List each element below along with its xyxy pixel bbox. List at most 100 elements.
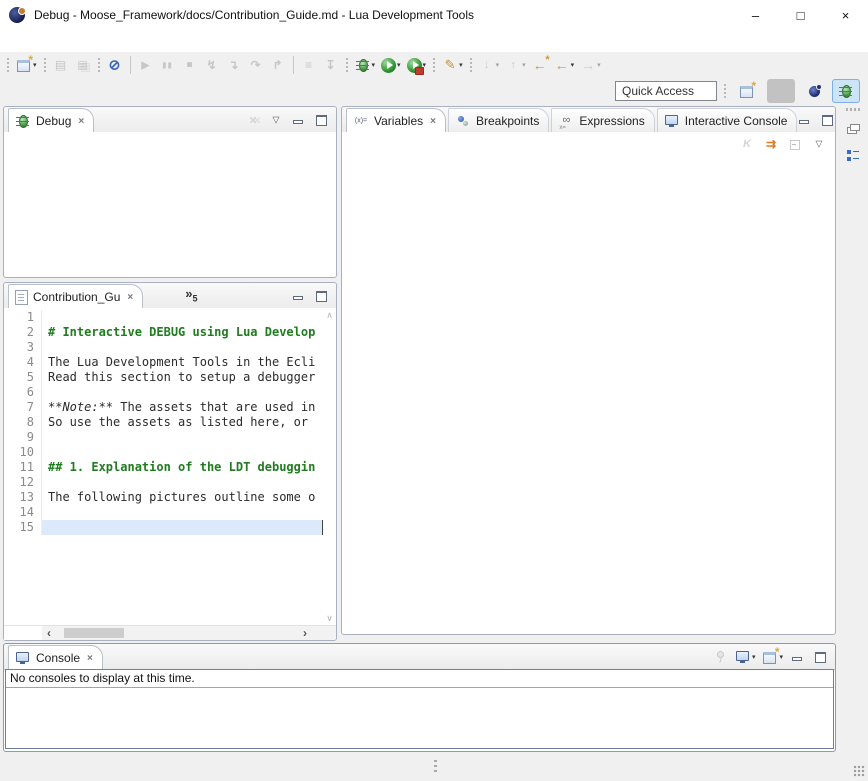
scrollbar-thumb[interactable]	[64, 628, 124, 638]
hidden-editors-chevron[interactable]: »5	[185, 286, 197, 304]
run-button[interactable]: ▾	[379, 54, 403, 76]
restore-minimized-views-button[interactable]	[843, 120, 863, 138]
dropdown-caret-icon[interactable]: ▾	[459, 61, 463, 69]
editor-line[interactable]: 4 The Lua Development Tools in the Ecli	[4, 355, 323, 370]
editor-line[interactable]: 2 # Interactive DEBUG using Lua Develop	[4, 325, 323, 340]
editor-line[interactable]: 14	[4, 505, 323, 520]
maximize-view-button[interactable]	[820, 112, 836, 128]
tab-close-icon[interactable]: ×	[127, 292, 133, 303]
scroll-up-icon[interactable]: ∧	[323, 310, 336, 321]
lua-perspective-button[interactable]	[801, 79, 829, 103]
tab-close-icon[interactable]: ×	[430, 116, 436, 127]
menu-project[interactable]	[72, 30, 88, 52]
previous-annotation-button[interactable]: ▾	[503, 54, 528, 76]
debug-view-tab[interactable]: Debug ×	[8, 108, 94, 133]
tab-close-icon[interactable]: ×	[87, 653, 93, 664]
drop-to-frame-button[interactable]: ▾	[321, 54, 341, 76]
vertical-scrollbar[interactable]: ∧ ∨	[323, 308, 336, 626]
view-menu-button[interactable]	[811, 136, 827, 152]
scroll-right-icon[interactable]: ›	[298, 626, 312, 640]
save-all-button[interactable]: ▾	[73, 54, 93, 76]
step-into-button[interactable]: ▾	[224, 54, 244, 76]
minimize-view-button[interactable]	[291, 288, 307, 304]
tab-variables[interactable]: Variables ×	[346, 108, 446, 133]
collapse-all-button[interactable]	[787, 136, 803, 152]
editor-line[interactable]: 3	[4, 340, 323, 355]
remove-all-terminated-button[interactable]: ▾	[245, 112, 261, 128]
open-task-button[interactable]: ▾	[440, 54, 465, 76]
minimize-view-button[interactable]: ▾	[291, 112, 307, 128]
scroll-left-icon[interactable]: ‹	[42, 626, 56, 640]
display-selected-console-button[interactable]: ▾	[735, 649, 756, 665]
menu-file[interactable]	[8, 30, 24, 52]
debug-button[interactable]: ▾	[353, 54, 378, 76]
view-menu-button[interactable]: ▾	[268, 112, 284, 128]
maximize-view-button[interactable]	[314, 288, 330, 304]
external-tools-button[interactable]: ▾	[405, 54, 429, 76]
quick-access-input[interactable]: Quick Access	[615, 81, 717, 101]
dropdown-caret-icon[interactable]: ▾	[571, 61, 575, 69]
minimize-view-button[interactable]: ▾	[790, 649, 806, 665]
dropdown-caret-icon[interactable]: ▾	[372, 61, 376, 69]
scroll-down-icon[interactable]: ∨	[323, 613, 336, 624]
editor-line[interactable]: 12	[4, 475, 323, 490]
toolbar-grip[interactable]	[724, 84, 726, 98]
last-edit-location-button[interactable]: ▾	[530, 54, 550, 76]
pin-console-button[interactable]: ▾	[712, 649, 728, 665]
variables-view-body[interactable]	[342, 132, 835, 634]
dropdown-caret-icon[interactable]: ▾	[397, 61, 401, 69]
editor-line[interactable]: 8 So use the assets as listed here, or	[4, 415, 323, 430]
debug-view-body[interactable]	[4, 132, 336, 277]
back-button[interactable]: ▾	[552, 54, 577, 76]
menu-edit[interactable]	[24, 30, 40, 52]
editor-tab[interactable]: Contribution_Gu ×	[8, 284, 143, 309]
editor-line[interactable]: 7 **Note:** The assets that are used in	[4, 400, 323, 415]
dropdown-caret-icon[interactable]: ▾	[33, 61, 37, 69]
menu-run[interactable]	[88, 30, 104, 52]
editor-line[interactable]: 5 Read this section to setup a debugger	[4, 370, 323, 385]
resize-grip[interactable]	[853, 765, 865, 777]
window-close-button[interactable]: ×	[823, 0, 868, 30]
menu-navigate[interactable]	[40, 30, 56, 52]
window-minimize-button[interactable]: –	[733, 0, 778, 30]
show-logical-structures-button[interactable]	[763, 136, 779, 152]
tab-expressions[interactable]: Expressions ×	[551, 108, 654, 133]
skip-all-breakpoints-button[interactable]: ▾	[105, 54, 125, 76]
suspend-button[interactable]: ▾	[158, 54, 178, 76]
step-return-button[interactable]: ▾	[268, 54, 288, 76]
console-body[interactable]: No consoles to display at this time.	[5, 669, 834, 749]
terminate-button[interactable]: ▾	[180, 54, 200, 76]
dropdown-caret-icon[interactable]: ▾	[597, 61, 601, 69]
menu-window[interactable]	[104, 30, 120, 52]
editor-line[interactable]: 15	[4, 520, 323, 535]
save-button[interactable]: ▾	[51, 54, 71, 76]
resume-button[interactable]: ▾	[136, 54, 156, 76]
scrollbar-track[interactable]	[56, 626, 298, 640]
tab-breakpoints[interactable]: Breakpoints ×	[448, 108, 549, 133]
open-perspective-button[interactable]	[733, 79, 761, 103]
debug-perspective-button[interactable]	[832, 79, 860, 103]
forward-button[interactable]: ▾	[578, 54, 603, 76]
horizontal-scrollbar[interactable]: ‹ ›	[4, 625, 336, 640]
tab-close-icon[interactable]: ×	[78, 116, 84, 127]
editor-body[interactable]: 1 2 # Interactive DEBUG using Lua Develo…	[4, 308, 336, 626]
new-wizard-button[interactable]: ▾	[14, 54, 39, 76]
next-annotation-button[interactable]: ▾	[477, 54, 502, 76]
minimize-view-button[interactable]	[797, 112, 813, 128]
sash-handle[interactable]	[434, 760, 437, 774]
window-maximize-button[interactable]: □	[778, 0, 823, 30]
maximize-view-button[interactable]: ▾	[813, 649, 829, 665]
menu-help[interactable]	[120, 30, 136, 52]
maximize-view-button[interactable]: ▾	[314, 112, 330, 128]
dropdown-caret-icon[interactable]: ▾	[496, 61, 500, 69]
console-view-tab[interactable]: Console ×	[8, 645, 103, 670]
show-type-names-button[interactable]	[739, 136, 755, 152]
editor-line[interactable]: 6	[4, 385, 323, 400]
menu-search[interactable]	[56, 30, 72, 52]
editor-line[interactable]: 13 The following pictures outline some o	[4, 490, 323, 505]
step-over-button[interactable]: ▾	[246, 54, 266, 76]
use-step-filters-button[interactable]: ▾	[299, 54, 319, 76]
tab-interactive-console[interactable]: Interactive Console ×	[657, 108, 798, 133]
editor-line[interactable]: 1	[4, 310, 323, 325]
dropdown-caret-icon[interactable]: ▾	[522, 61, 526, 69]
